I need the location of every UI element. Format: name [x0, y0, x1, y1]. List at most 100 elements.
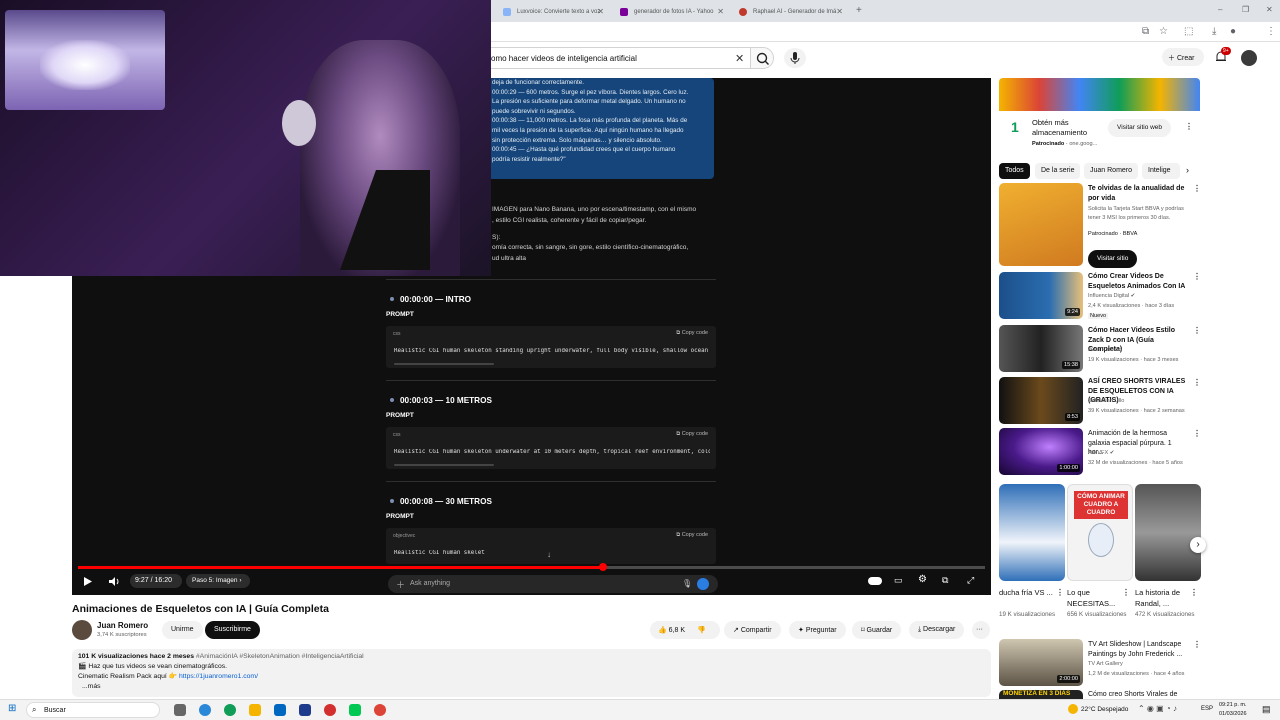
short-title[interactable]: Lo que NECESITAS... [1067, 587, 1123, 609]
notification-center-icon[interactable]: ▤ [1262, 704, 1271, 715]
miniplayer-icon[interactable]: ⧉ [942, 575, 948, 586]
browser-tab[interactable]: Raphael AI - Generador de Imá ✕ [731, 3, 849, 22]
short-title[interactable]: ducha fría VS ... [999, 587, 1055, 598]
rec-thumbnail[interactable]: 15:38 [999, 325, 1083, 372]
code-scrollbar[interactable] [394, 363, 494, 365]
rec-menu-icon[interactable]: ⋮ [1193, 378, 1201, 387]
taskbar-search[interactable]: ⌕ Buscar [26, 702, 160, 718]
system-tray-icons[interactable]: ⌃ ◉ ▣ ◔ ♪ [1138, 704, 1177, 713]
chip-all[interactable]: Todos [999, 163, 1030, 179]
app-icon[interactable] [299, 704, 311, 716]
ad-title[interactable]: Obtén más almacenamiento [1032, 118, 1104, 137]
search-button[interactable] [750, 47, 774, 69]
ask-send-button[interactable] [697, 578, 709, 590]
account-avatar[interactable] [1241, 50, 1257, 66]
chevron-right-icon[interactable]: › [1186, 165, 1189, 175]
browser-tab[interactable]: Luxvoice: Convierte texto a voz ✕ [495, 3, 610, 22]
rec-menu-icon[interactable]: ⋮ [1193, 272, 1201, 281]
subscribe-button[interactable]: Suscribirme [205, 621, 260, 639]
create-button[interactable]: ＋ Crear [1162, 48, 1204, 66]
weather-text[interactable]: 22°C Despejado [1081, 706, 1128, 713]
more-actions-button[interactable]: ··· [972, 621, 990, 639]
file-explorer-icon[interactable] [249, 704, 261, 716]
download-button[interactable]: ⤓ Descargar [909, 621, 965, 639]
save-button[interactable]: ⌑ Guardar [852, 621, 902, 639]
plus-icon[interactable]: ＋ [396, 578, 405, 591]
rec-thumbnail[interactable]: 8:53 [999, 377, 1083, 424]
rec-channel[interactable]: Sebastian Lillo [1088, 397, 1196, 407]
search-input[interactable]: omo hacer videos de inteligencia artific… [491, 54, 637, 63]
rec-title[interactable]: Cómo Crear Videos De Esqueletos Animados… [1088, 272, 1188, 291]
close-tab-icon[interactable]: ✕ [836, 7, 843, 16]
browser-tab[interactable]: generador de fotos IA - Yahoo ✕ [612, 3, 730, 22]
rec-channel[interactable]: Juan Romero [1088, 346, 1196, 356]
rec-thumbnail[interactable]: 9:24 [999, 272, 1083, 319]
short-title[interactable]: La historia de Randal, ... [1135, 587, 1191, 609]
voice-search-button[interactable] [784, 48, 806, 68]
close-tab-icon[interactable]: ✕ [717, 7, 724, 16]
language-indicator[interactable]: ESP [1201, 706, 1213, 712]
visit-site-button[interactable]: Visitar sitio [1088, 250, 1138, 268]
chip-ai[interactable]: Intelige [1142, 163, 1180, 179]
thumbs-down-icon[interactable]: 👎 [697, 627, 706, 634]
ad-menu-icon[interactable]: ⋮ [1185, 122, 1193, 131]
copilot-icon[interactable] [199, 704, 211, 716]
copy-code-button[interactable]: ⧉ Copy code [676, 330, 708, 337]
rec-channel[interactable]: AA-VFX ✔ [1088, 449, 1196, 459]
edge-icon[interactable] [224, 704, 236, 716]
rec-thumbnail[interactable]: 2:00:00 [999, 639, 1083, 686]
search-bar[interactable]: omo hacer videos de inteligencia artific… [470, 47, 750, 69]
play-button[interactable] [83, 576, 93, 589]
chip-series[interactable]: De la serie [1035, 163, 1081, 179]
description-link[interactable]: https://1juanromero1.com/ [179, 673, 258, 680]
profile-icon[interactable]: ● [1230, 27, 1236, 37]
chip-channel[interactable]: Juan Romero [1084, 163, 1139, 179]
rec-menu-icon[interactable]: ⋮ [1193, 184, 1201, 193]
rec-menu-icon[interactable]: ⋮ [1193, 640, 1201, 649]
close-window-button[interactable]: ✕ [1266, 5, 1273, 15]
channel-avatar[interactable] [72, 620, 92, 640]
short-menu-icon[interactable]: ⋮ [1056, 588, 1064, 597]
ad-banner-image[interactable] [999, 78, 1200, 111]
short-thumbnail[interactable]: CÓMO ANIMAR CUADRO A CUADRO [1067, 484, 1133, 581]
clear-search-icon[interactable]: ✕ [735, 52, 744, 65]
browser-menu-icon[interactable]: ⋮ [1266, 27, 1276, 37]
download-icon[interactable]: ⤓ [1212, 27, 1216, 37]
rec-title[interactable]: TV Art Slideshow | Landscape Paintings b… [1088, 640, 1188, 659]
join-button[interactable]: Unirme [162, 621, 203, 639]
rec-channel[interactable]: TV Art Gallery [1088, 660, 1196, 670]
extensions-icon[interactable]: ⬚ [1184, 27, 1193, 37]
description-box[interactable]: 101 K visualizaciones hace 2 meses #Anim… [72, 649, 991, 697]
copy-code-button[interactable]: ⧉ Copy code [676, 431, 708, 438]
short-thumbnail[interactable] [1135, 484, 1201, 581]
short-thumbnail[interactable] [999, 484, 1065, 581]
rec-thumbnail[interactable]: 1:00:00 [999, 428, 1083, 475]
copy-code-button[interactable]: ⧉ Copy code [676, 532, 708, 539]
clock-time[interactable]: 09:21 p. m. [1219, 702, 1247, 708]
install-app-icon[interactable]: ⧉ [1142, 27, 1149, 37]
notifications-button[interactable]: 9+ [1214, 47, 1231, 64]
ask-mic-icon[interactable]: 🎙 [682, 579, 692, 588]
show-more-button[interactable]: ...más [78, 682, 985, 692]
fullscreen-icon[interactable]: ⤢ [967, 575, 974, 586]
clock-date[interactable]: 01/03/2026 [1219, 711, 1247, 717]
app-icon[interactable] [349, 704, 361, 716]
chrome-icon[interactable] [374, 704, 386, 716]
share-button[interactable]: ↗ Compartir [724, 621, 781, 639]
rec-menu-icon[interactable]: ⋮ [1193, 429, 1201, 438]
rec-title[interactable]: Te olvidas de la anualidad de por vida [1088, 184, 1188, 203]
ad-cta-button[interactable]: Visitar sitio web [1108, 119, 1172, 137]
bookmark-star-icon[interactable]: ☆ [1159, 27, 1168, 37]
opera-icon[interactable] [324, 704, 336, 716]
close-tab-icon[interactable]: ✕ [597, 7, 604, 16]
ask-button[interactable]: ✦ Preguntar [789, 621, 846, 639]
rec-channel[interactable]: Influencia Digital ✔ [1088, 292, 1196, 302]
short-menu-icon[interactable]: ⋮ [1122, 588, 1130, 597]
windows-start-icon[interactable]: ⊞ [8, 703, 16, 714]
code-scrollbar[interactable] [394, 464, 494, 466]
like-button[interactable]: 👍 6,8 K 👎 [650, 621, 720, 639]
subtitles-icon[interactable]: ▭ [894, 575, 903, 586]
scroll-down-icon[interactable]: ↓ [547, 550, 551, 559]
short-menu-icon[interactable]: ⋮ [1190, 588, 1198, 597]
new-tab-button[interactable]: + [856, 6, 862, 16]
